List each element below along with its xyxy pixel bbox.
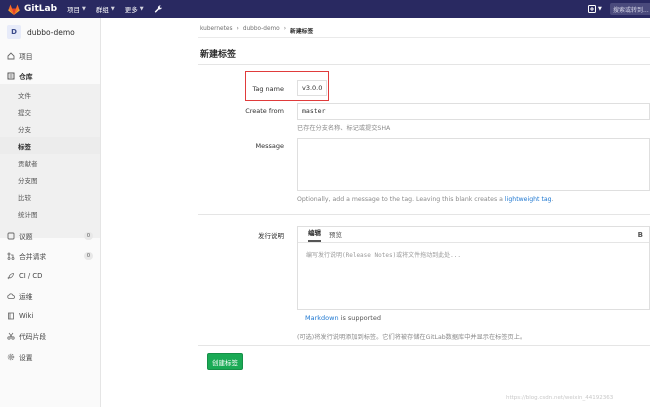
- sidebar-item-label: Wiki: [19, 312, 34, 320]
- chevron-down-icon: ▼: [110, 6, 115, 12]
- sidebar-item-project[interactable]: 项目: [0, 46, 100, 66]
- top-navbar: GitLab 项目 ▼ 群组 ▼ 更多 ▼ ▼ 搜索或转到...: [0, 0, 650, 18]
- create-from-label: Create from: [245, 107, 284, 115]
- sidebar-sub-charts[interactable]: 统计图: [0, 205, 100, 222]
- divider: [198, 345, 650, 346]
- sidebar-sub-compare[interactable]: 比较: [0, 188, 100, 205]
- watermark-text: https://blog.csdn.net/weixin_44192363: [506, 395, 614, 401]
- sidebar-item-label: 设置: [19, 354, 33, 362]
- sidebar-item-wiki[interactable]: Wiki: [0, 306, 100, 326]
- cloud-icon: [7, 292, 15, 300]
- sidebar-item-label: 代码片段: [19, 333, 47, 341]
- sidebar-sub-files[interactable]: 文件: [0, 86, 100, 103]
- breadcrumb-project[interactable]: dubbo-demo: [243, 26, 280, 35]
- sidebar-item-merge-requests[interactable]: 合并请求 0: [0, 246, 100, 266]
- search-input[interactable]: 搜索或转到...: [610, 3, 650, 15]
- breadcrumb-current[interactable]: 新建标签: [290, 26, 313, 35]
- sidebar-item-issues[interactable]: 议题 0: [0, 226, 100, 246]
- sidebar-item-label: 项目: [19, 53, 33, 61]
- sidebar-sub-graph[interactable]: 分支图: [0, 171, 100, 188]
- chevron-down-icon: ▼: [598, 6, 602, 12]
- message-label: Message: [255, 142, 285, 150]
- gitlab-logo[interactable]: GitLab: [8, 4, 67, 15]
- repo-icon: [7, 72, 15, 80]
- tab-preview[interactable]: 预览: [329, 229, 342, 242]
- sidebar-item-snippets[interactable]: 代码片段: [0, 326, 100, 346]
- rocket-icon: [7, 272, 15, 280]
- nav-more[interactable]: 更多 ▼: [125, 4, 144, 14]
- sidebar-item-label: 议题: [19, 233, 33, 241]
- sidebar-item-label: 合并请求: [19, 253, 47, 261]
- nav-projects[interactable]: 项目 ▼: [67, 4, 86, 14]
- divider: [198, 214, 650, 215]
- breadcrumb: kubernetes › dubbo-demo › 新建标签: [200, 26, 317, 35]
- divider: [198, 37, 650, 38]
- sidebar-item-settings[interactable]: 设置: [0, 347, 100, 367]
- nav-projects-label: 项目: [67, 6, 81, 14]
- divider: [198, 64, 650, 65]
- home-icon: [7, 52, 15, 60]
- plus-square-icon: [588, 5, 596, 13]
- new-item-button[interactable]: [586, 4, 598, 14]
- tab-write[interactable]: 编辑: [308, 227, 321, 242]
- project-name: dubbo-demo: [27, 27, 75, 37]
- nav-more-label: 更多: [124, 6, 138, 14]
- sidebar-sub-tags[interactable]: 标签: [0, 137, 100, 154]
- sidebar-sub-contributors[interactable]: 贡献者: [0, 154, 100, 171]
- gear-icon: [7, 353, 15, 361]
- annotation-highlight-box: [245, 71, 329, 101]
- breadcrumb-separator: ›: [283, 26, 287, 32]
- message-textarea[interactable]: [297, 138, 650, 191]
- lightweight-tag-link[interactable]: lightweight tag: [505, 196, 552, 203]
- bold-button[interactable]: B: [638, 231, 643, 239]
- chevron-down-icon: ▼: [82, 6, 86, 12]
- nav-groups-label: 群组: [95, 6, 109, 14]
- markdown-link[interactable]: Markdown: [305, 314, 339, 322]
- issues-icon: [7, 232, 15, 240]
- release-notes-textarea[interactable]: 编写发行说明(Release Notes)或将文件拖动到此处...: [306, 250, 461, 259]
- page-title: 新建标签: [200, 50, 237, 60]
- release-notes-editor: 编辑 预览 B 编写发行说明(Release Notes)或将文件拖动到此处..…: [297, 226, 650, 310]
- scissors-icon: [7, 332, 15, 340]
- create-from-input[interactable]: master: [297, 103, 650, 120]
- book-icon: [7, 312, 15, 320]
- project-sidebar: D dubbo-demo 项目 仓库 文件 提交 分支 标签 贡献者 分支图 比…: [0, 18, 101, 407]
- project-header[interactable]: D dubbo-demo: [0, 18, 100, 46]
- issues-count-badge: 0: [84, 232, 93, 240]
- wrench-icon[interactable]: [154, 4, 163, 14]
- release-notes-label: 发行说明: [258, 232, 284, 240]
- release-notes-help: (可选)将发行说明添加到标签。它们将被存储在GitLab数据库中并显示在标签页上…: [297, 334, 527, 341]
- sidebar-item-ci-cd[interactable]: CI / CD: [0, 266, 100, 286]
- chevron-down-icon: ▼: [139, 6, 144, 12]
- breadcrumb-separator: ›: [236, 26, 239, 32]
- brand-name: GitLab: [24, 4, 58, 14]
- message-help-text: Optionally, add a message to the tag. Le…: [297, 196, 505, 203]
- sidebar-item-label: 仓库: [19, 73, 33, 81]
- editor-tabs: 编辑 预览: [298, 227, 649, 243]
- message-help: Optionally, add a message to the tag. Le…: [297, 196, 554, 203]
- sidebar-item-operations[interactable]: 运维: [0, 286, 100, 306]
- sidebar-item-label: CI / CD: [19, 272, 43, 280]
- message-help-suffix: .: [551, 196, 554, 203]
- create-tag-button[interactable]: 创建标签: [207, 353, 243, 370]
- nav-groups[interactable]: 群组 ▼: [96, 4, 115, 14]
- markdown-support-text: is supported: [338, 314, 381, 322]
- markdown-support-note: Markdown is supported: [305, 314, 381, 322]
- merge-requests-count-badge: 0: [84, 252, 93, 260]
- sidebar-sub-branches[interactable]: 分支: [0, 120, 100, 137]
- sidebar-sub-commits[interactable]: 提交: [0, 103, 100, 120]
- breadcrumb-group[interactable]: kubernetes: [200, 26, 232, 35]
- project-avatar: D: [7, 25, 21, 39]
- gitlab-fox-icon: [8, 4, 20, 15]
- merge-request-icon: [7, 252, 15, 260]
- create-from-help: 已存在分支名称、标记或提交SHA: [297, 125, 391, 132]
- sidebar-item-label: 运维: [19, 293, 33, 301]
- sidebar-item-repository[interactable]: 仓库: [0, 66, 100, 86]
